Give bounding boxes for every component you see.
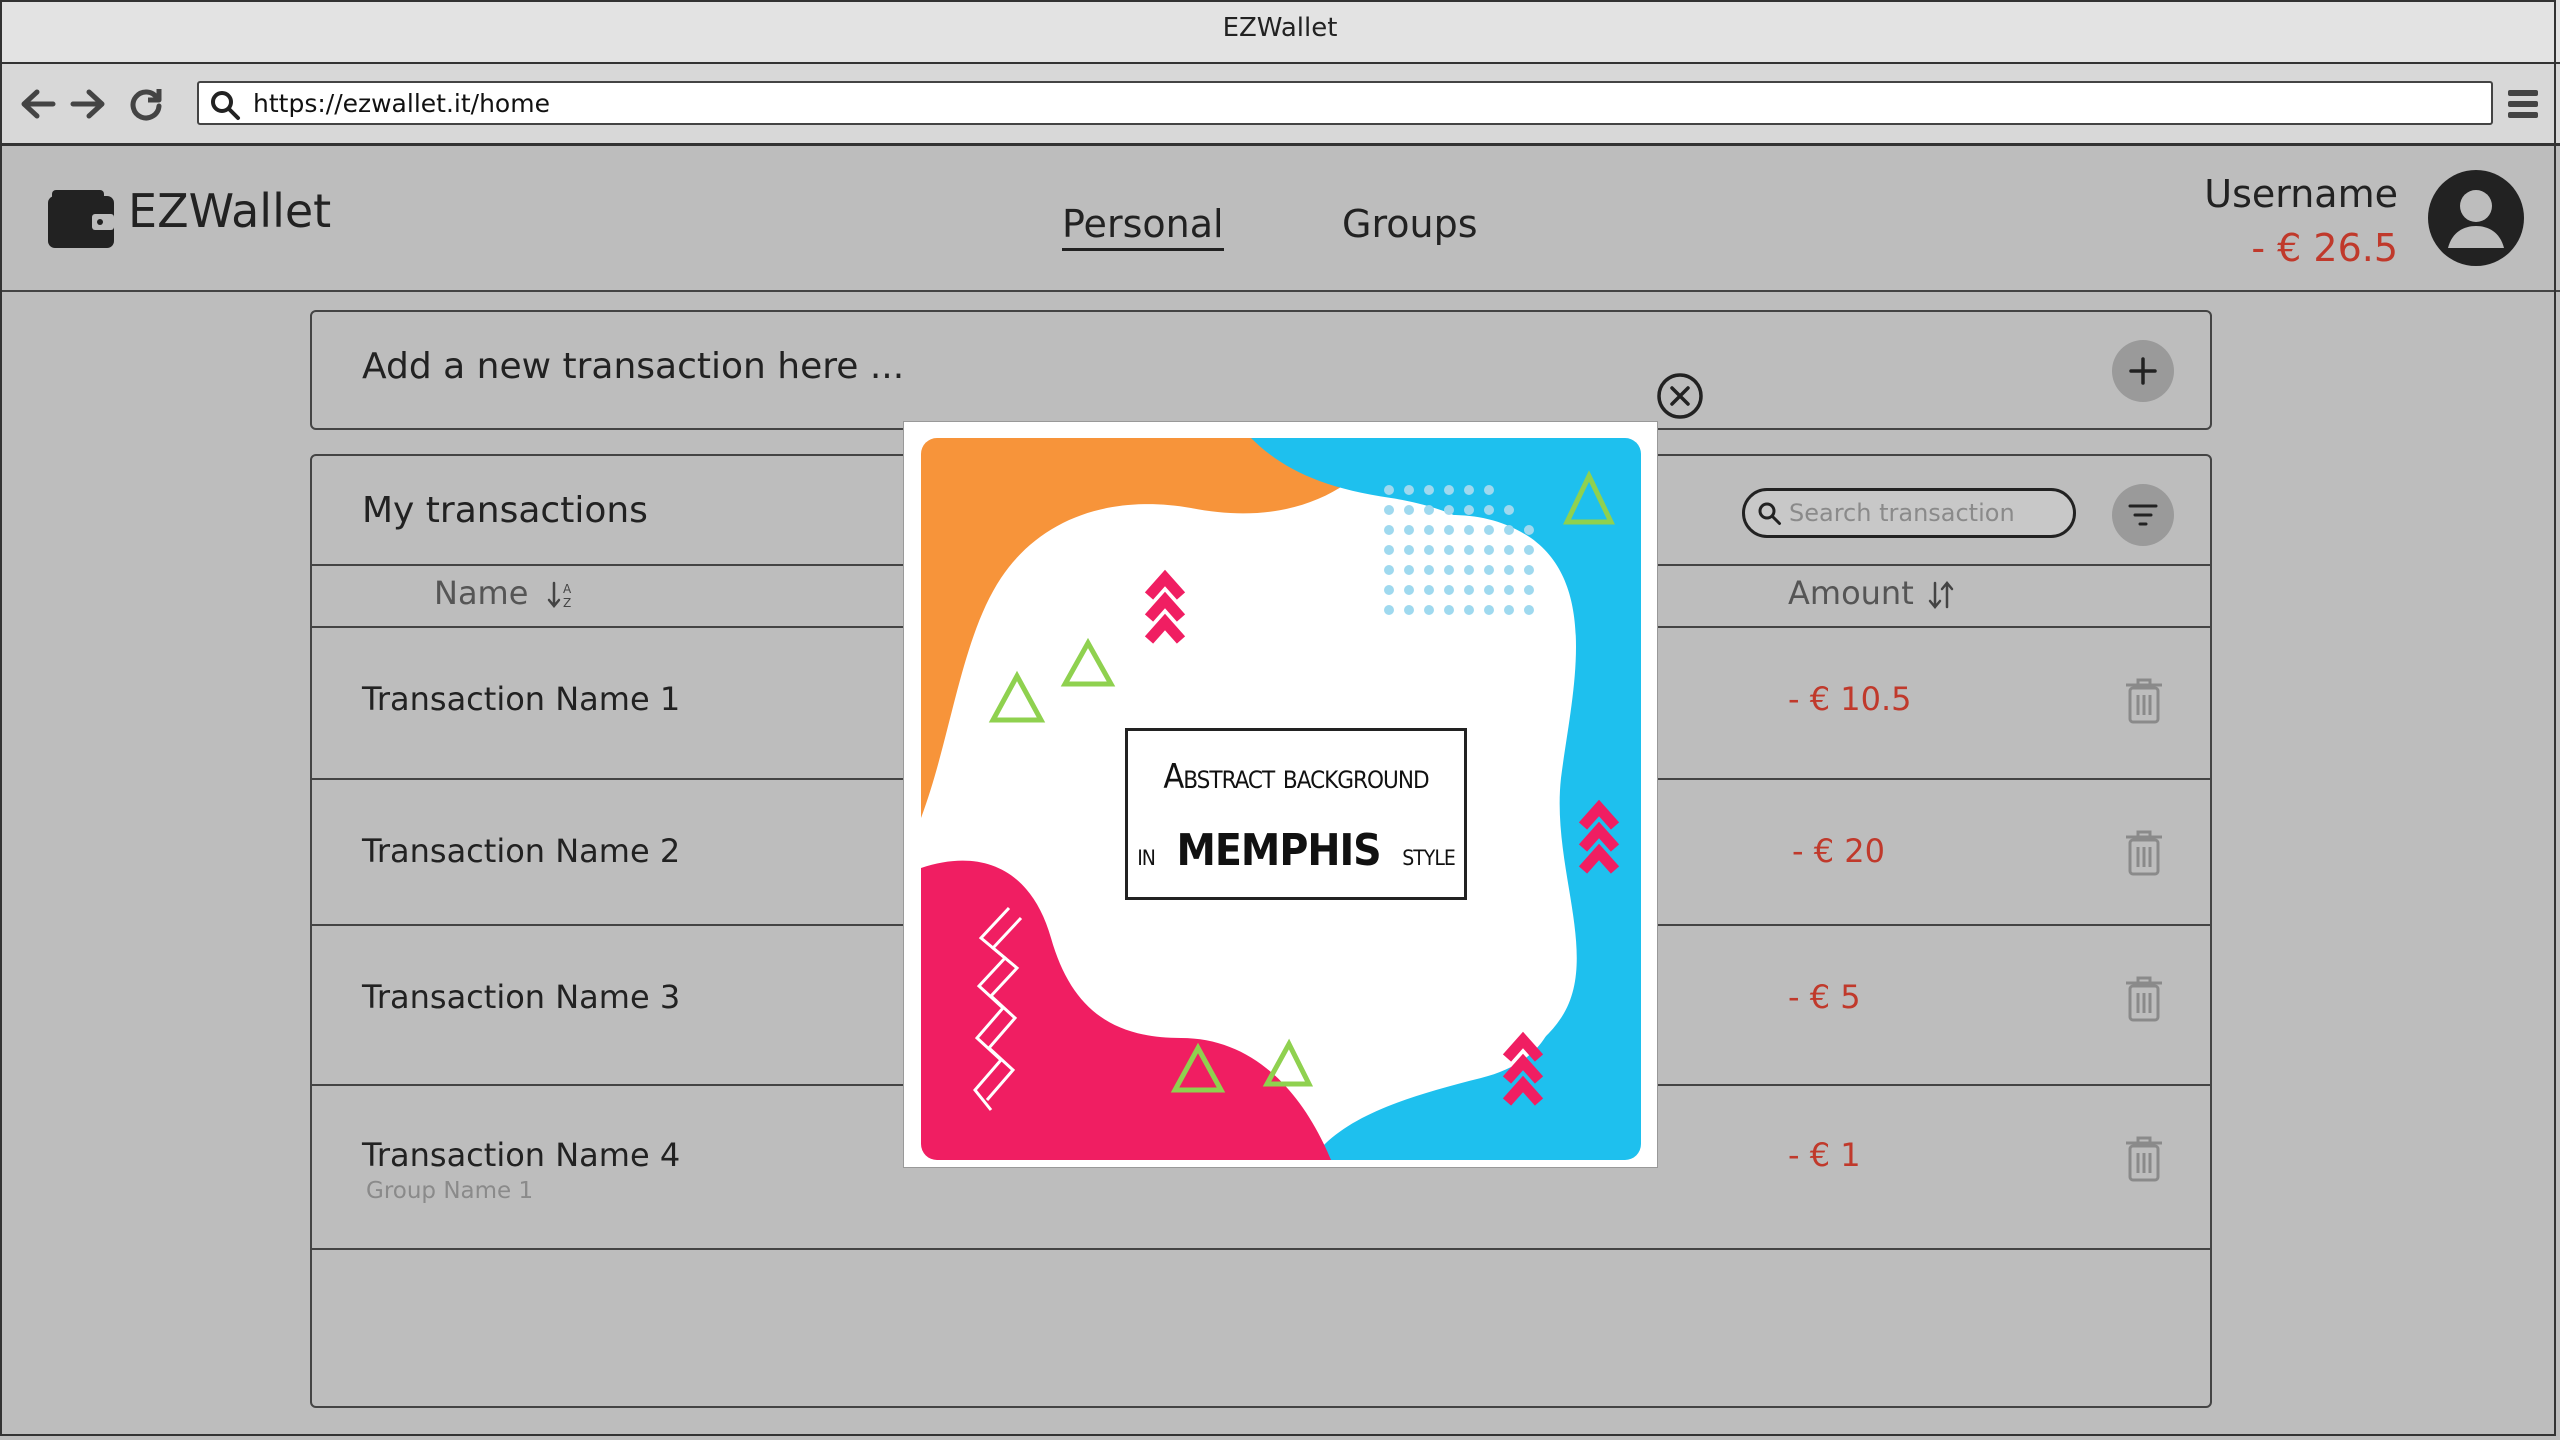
caption-memphis: MEMPHIS: [1176, 825, 1381, 876]
address-bar[interactable]: https://ezwallet.it/home: [197, 81, 2493, 125]
tab-groups[interactable]: Groups: [1342, 202, 1478, 246]
hamburger-icon: [2508, 90, 2538, 118]
caption-line-2: in MEMPHIS style: [1128, 825, 1464, 876]
plus-icon: [2129, 357, 2157, 385]
window-titlebar: EZWallet: [0, 0, 2560, 64]
tab-personal[interactable]: Personal: [1062, 202, 1224, 251]
avatar-icon[interactable]: [2428, 170, 2524, 266]
caption-style: style: [1402, 838, 1456, 873]
reload-icon: [130, 89, 162, 121]
reload-button[interactable]: [124, 82, 168, 126]
app-header: EZWallet Personal Groups Username - € 26…: [0, 146, 2560, 292]
window-title: EZWallet: [1222, 13, 1338, 43]
transaction-amount: - € 1: [1788, 1136, 1861, 1174]
trash-icon[interactable]: [2122, 676, 2166, 726]
caption-in: in: [1137, 838, 1156, 873]
transaction-group: Group Name 1: [366, 1178, 534, 1204]
back-button[interactable]: [16, 82, 60, 126]
image-modal: Abstract background in MEMPHIS style: [903, 421, 1658, 1168]
search-transaction-input[interactable]: Search transaction: [1742, 488, 2076, 538]
url-text: https://ezwallet.it/home: [253, 89, 550, 118]
wallet-icon: [48, 190, 114, 248]
transaction-name: Transaction Name 3: [362, 978, 681, 1016]
search-icon: [1758, 502, 1781, 525]
add-transaction-bar[interactable]: Add a new transaction here ...: [310, 310, 2212, 430]
user-balance: - € 26.5: [2251, 226, 2398, 270]
search-icon: [211, 91, 240, 120]
add-transaction-placeholder: Add a new transaction here ...: [362, 346, 905, 387]
column-header-amount-label: Amount: [1788, 574, 1914, 612]
sort-alpha-icon[interactable]: AZ: [547, 580, 577, 610]
transaction-amount: - € 10.5: [1788, 680, 1912, 718]
forward-button[interactable]: [66, 82, 110, 126]
transaction-amount: - € 5: [1788, 978, 1861, 1016]
filter-icon: [2128, 504, 2158, 526]
transaction-name: Transaction Name 1: [362, 680, 681, 718]
caption-line-1: Abstract background: [1163, 757, 1429, 797]
memphis-image: Abstract background in MEMPHIS style: [921, 438, 1641, 1160]
add-transaction-button[interactable]: [2112, 340, 2174, 402]
search-placeholder: Search transaction: [1789, 499, 2015, 527]
trash-icon[interactable]: [2122, 828, 2166, 878]
transaction-name: Transaction Name 2: [362, 832, 681, 870]
arrow-right-icon: [70, 89, 105, 119]
svg-text:Z: Z: [563, 596, 571, 610]
column-header-name-label: Name: [434, 574, 529, 612]
transaction-amount: - € 20: [1792, 832, 1885, 870]
app-logo-text[interactable]: EZWallet: [128, 184, 331, 238]
sort-icon[interactable]: [1926, 579, 1956, 611]
browser-toolbar: https://ezwallet.it/home: [0, 64, 2560, 146]
column-header-amount[interactable]: Amount: [1788, 574, 1956, 612]
transactions-title: My transactions: [362, 490, 648, 531]
filter-button[interactable]: [2112, 484, 2174, 546]
arrow-left-icon: [21, 89, 56, 119]
close-modal-icon[interactable]: [1656, 372, 1704, 420]
trash-icon[interactable]: [2122, 974, 2166, 1024]
username-label[interactable]: Username: [2204, 172, 2398, 216]
browser-menu-button[interactable]: [2506, 84, 2540, 124]
memphis-image-caption: Abstract background in MEMPHIS style: [1125, 728, 1467, 900]
column-header-name[interactable]: Name AZ: [434, 574, 577, 612]
transaction-name: Transaction Name 4: [362, 1136, 681, 1174]
trash-icon[interactable]: [2122, 1134, 2166, 1184]
svg-text:A: A: [563, 582, 572, 596]
